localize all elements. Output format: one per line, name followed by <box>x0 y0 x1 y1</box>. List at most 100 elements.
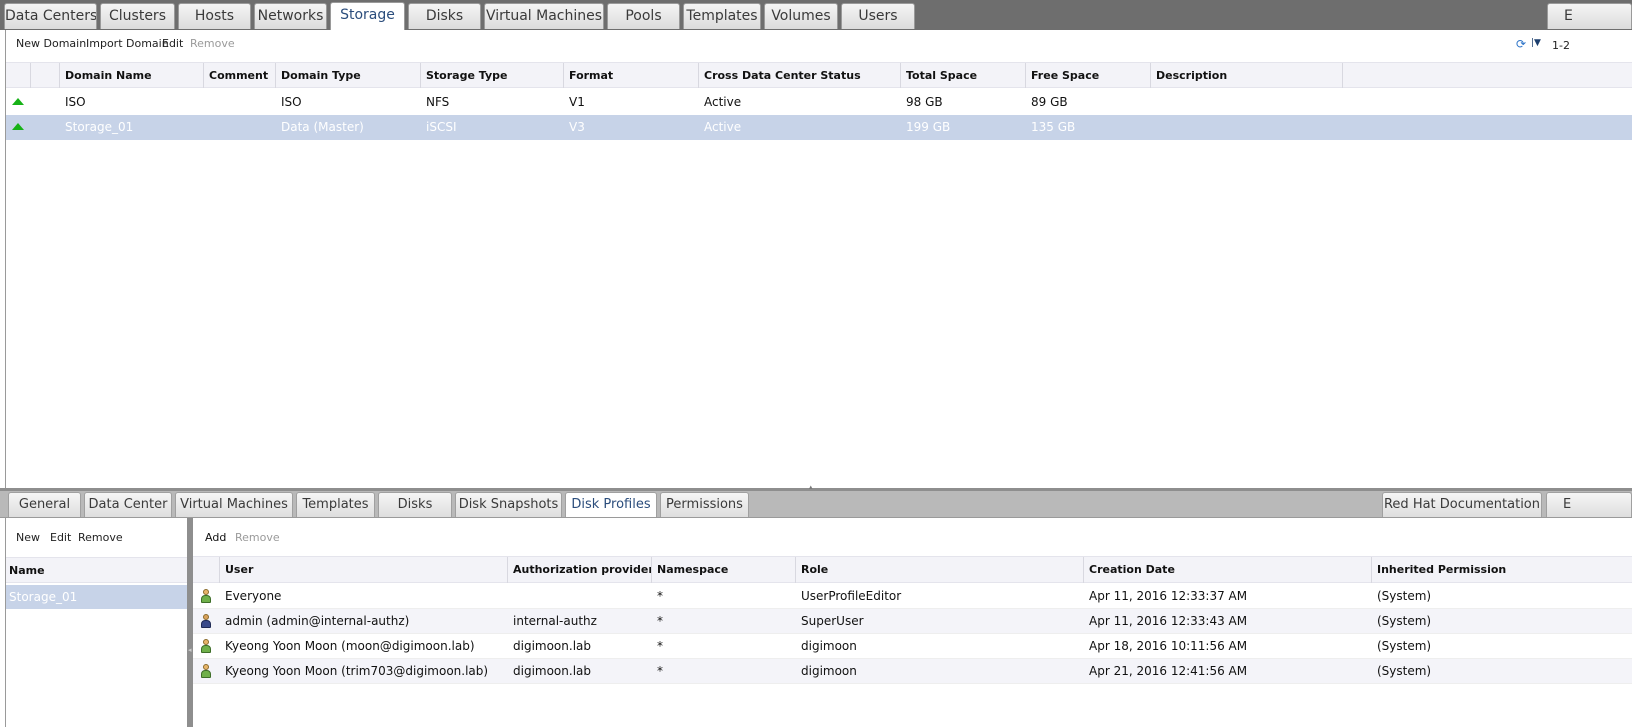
subtab-disk-profiles[interactable]: Disk Profiles <box>565 492 657 517</box>
status-cell: Active <box>704 120 742 134</box>
chevron-down-icon[interactable]: |▼ <box>1531 38 1541 48</box>
user-cell: Everyone <box>225 589 282 603</box>
tab-clusters[interactable]: Clusters <box>100 3 175 29</box>
storage-table-header: Domain Name Comment Domain Type Storage … <box>6 62 1632 88</box>
table-row[interactable]: admin (admin@internal-authz) internal-au… <box>193 609 1632 634</box>
col-role[interactable]: Role <box>796 557 1084 583</box>
user-icon <box>201 589 211 603</box>
subtab-general[interactable]: General <box>8 492 81 517</box>
col-user[interactable]: User <box>220 557 508 583</box>
subtab-overflow[interactable]: E <box>1546 492 1632 517</box>
subtab-disk-snapshots[interactable]: Disk Snapshots <box>455 492 562 517</box>
description-cell <box>1151 115 1343 140</box>
user-icon <box>201 639 211 653</box>
free-space-cell: 135 GB <box>1031 120 1076 134</box>
col-domain-name[interactable]: Domain Name <box>60 63 204 88</box>
storage-type-cell: iSCSI <box>426 120 457 134</box>
col-storage-type[interactable]: Storage Type <box>421 63 564 88</box>
detail-tab-bar: General Data Center Virtual Machines Tem… <box>0 491 1632 518</box>
tab-volumes[interactable]: Volumes <box>764 3 838 29</box>
namespace-cell: * <box>657 639 663 653</box>
col-comment[interactable]: Comment <box>204 63 276 88</box>
new-profile-button[interactable]: New <box>16 531 40 544</box>
add-permission-button[interactable]: Add <box>205 531 226 544</box>
table-row[interactable]: Everyone * UserProfileEditor Apr 11, 201… <box>193 584 1632 609</box>
inherited-cell: (System) <box>1377 664 1432 678</box>
col-format[interactable]: Format <box>564 63 699 88</box>
icon-column-header <box>193 557 220 583</box>
col-creation-date[interactable]: Creation Date <box>1084 557 1372 583</box>
import-domain-button[interactable]: Import Domain <box>86 37 169 50</box>
subtab-templates[interactable]: Templates <box>296 492 375 517</box>
splitter-grip-icon[interactable]: ▴ <box>809 484 816 491</box>
tab-data-centers[interactable]: Data Centers <box>4 3 97 29</box>
tab-overflow[interactable]: E <box>1547 3 1632 29</box>
edit-button[interactable]: Edit <box>162 37 183 50</box>
pager-range: 1-2 <box>1552 39 1570 52</box>
role-cell: UserProfileEditor <box>801 589 902 603</box>
user-cell: Kyeong Yoon Moon (trim703@digimoon.lab) <box>225 664 489 678</box>
inherited-cell: (System) <box>1377 589 1432 603</box>
new-domain-button[interactable]: New Domain <box>16 37 86 50</box>
col-cross-dc-status[interactable]: Cross Data Center Status <box>699 63 901 88</box>
remove-profile-button[interactable]: Remove <box>78 531 123 544</box>
domain-type-cell: Data (Master) <box>281 120 364 134</box>
table-row[interactable]: Kyeong Yoon Moon (moon@digimoon.lab) dig… <box>193 634 1632 659</box>
comment-cell <box>204 90 276 115</box>
table-row[interactable]: ISO ISO NFS V1 Active 98 GB 89 GB <box>6 90 1632 115</box>
tab-users[interactable]: Users <box>841 3 915 29</box>
role-cell: digimoon <box>801 664 857 678</box>
table-row-selected[interactable]: Storage_01 Data (Master) iSCSI V3 Active… <box>6 115 1632 140</box>
subtab-permissions[interactable]: Permissions <box>660 492 749 517</box>
col-inherited-permission[interactable]: Inherited Permission <box>1372 557 1632 583</box>
status-up-icon <box>12 123 24 130</box>
tab-networks[interactable]: Networks <box>254 3 327 29</box>
col-namespace[interactable]: Namespace <box>652 557 796 583</box>
format-cell: V3 <box>569 120 585 134</box>
tab-virtual-machines[interactable]: Virtual Machines <box>484 3 604 29</box>
role-cell: digimoon <box>801 639 857 653</box>
subtab-disks[interactable]: Disks <box>378 492 452 517</box>
col-free-space[interactable]: Free Space <box>1026 63 1151 88</box>
creation-date-cell: Apr 21, 2016 12:41:56 AM <box>1089 664 1248 678</box>
user-cell: admin (admin@internal-authz) <box>225 614 410 628</box>
table-row[interactable]: Kyeong Yoon Moon (trim703@digimoon.lab) … <box>193 659 1632 684</box>
namespace-cell: * <box>657 614 663 628</box>
status-cell: Active <box>704 95 742 109</box>
domain-type-cell: ISO <box>281 95 302 109</box>
tab-templates[interactable]: Templates <box>683 3 761 29</box>
refresh-icon[interactable]: ⟳ <box>1516 38 1528 50</box>
namespace-cell: * <box>657 664 663 678</box>
role-cell: SuperUser <box>801 614 864 628</box>
comment-cell <box>204 115 276 140</box>
provider-cell: internal-authz <box>513 614 597 628</box>
red-hat-documentation-button[interactable]: Red Hat Documentation <box>1382 492 1542 517</box>
col-total-space[interactable]: Total Space <box>901 63 1026 88</box>
status-column-header <box>6 63 31 88</box>
edit-profile-button[interactable]: Edit <box>50 531 71 544</box>
permissions-table-header: User Authorization provider Namespace Ro… <box>193 556 1632 583</box>
subtab-virtual-machines[interactable]: Virtual Machines <box>175 492 293 517</box>
tab-hosts[interactable]: Hosts <box>178 3 251 29</box>
format-cell: V1 <box>569 95 585 109</box>
tab-pools[interactable]: Pools <box>607 3 680 29</box>
status-up-icon <box>12 98 24 105</box>
remove-permission-button[interactable]: Remove <box>235 531 280 544</box>
description-cell <box>1151 90 1343 115</box>
tab-disks[interactable]: Disks <box>408 3 481 29</box>
splitter-grip-icon[interactable]: ◂ <box>188 646 192 654</box>
extra-column-header <box>31 63 60 88</box>
profile-name-header[interactable]: Name <box>6 557 187 583</box>
col-auth-provider[interactable]: Authorization provider <box>508 557 652 583</box>
user-icon <box>201 664 211 678</box>
tab-storage[interactable]: Storage <box>330 2 405 30</box>
subtab-data-center[interactable]: Data Center <box>84 492 172 517</box>
profile-list-item[interactable]: Storage_01 <box>6 585 187 609</box>
col-description[interactable]: Description <box>1151 63 1343 88</box>
provider-cell: digimoon.lab <box>513 664 591 678</box>
domain-name-cell: Storage_01 <box>65 120 134 134</box>
col-domain-type[interactable]: Domain Type <box>276 63 421 88</box>
main-tab-bar: Data Centers Clusters Hosts Networks Sto… <box>0 0 1632 30</box>
remove-button[interactable]: Remove <box>190 37 235 50</box>
provider-cell <box>508 584 652 609</box>
